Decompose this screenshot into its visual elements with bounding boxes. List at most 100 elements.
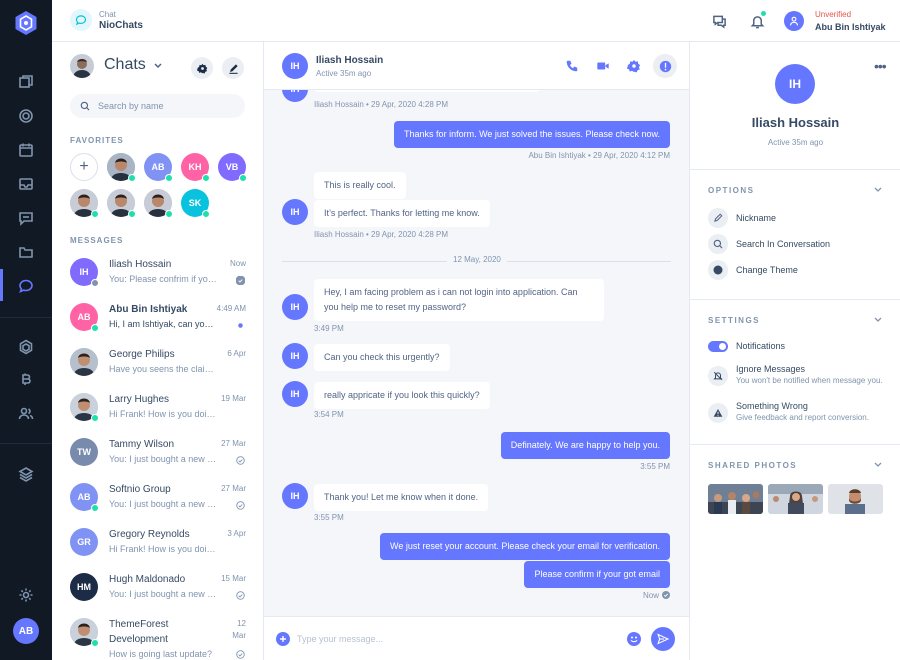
favorite-avatar[interactable]: SK <box>181 189 210 218</box>
calendar-icon[interactable] <box>16 140 36 160</box>
folder-icon[interactable] <box>16 242 36 262</box>
favorite-avatar[interactable]: KH <box>181 153 210 182</box>
settings-gear-icon[interactable] <box>626 58 642 74</box>
top-bar: Chat NioChats Unverified Abu Bin Ishtiya… <box>52 0 900 42</box>
profile-status: Active 35m ago <box>767 138 824 147</box>
message-bubble-incoming: It’s perfect. Thanks for letting me know… <box>314 200 490 227</box>
user-name[interactable]: Abu Bin Ishtiyak <box>815 22 886 32</box>
layers-icon[interactable] <box>16 464 36 484</box>
chat-icon[interactable] <box>16 276 36 296</box>
message-meta: Iliash Hossain • 29 Apr, 2020 4:28 PM <box>314 230 448 239</box>
favorite-avatar[interactable] <box>107 153 136 182</box>
message-avatar: IH <box>282 343 308 369</box>
send-button[interactable] <box>651 627 675 651</box>
emoji-icon[interactable] <box>627 632 641 646</box>
chat-list-item[interactable]: ThemeForest Development How is going last … <box>52 618 263 660</box>
notification-bell-icon[interactable] <box>748 11 766 30</box>
theme-circle-icon <box>708 260 728 280</box>
setting-notifications[interactable]: Notifications <box>708 339 898 355</box>
compose-button[interactable] <box>222 57 244 79</box>
message-avatar: IH <box>282 294 308 320</box>
chat-list-item[interactable]: AB Abu Bin Ishtiyak Hi, I am Ishtiyak, can… <box>52 303 263 348</box>
search-input[interactable]: Search by name <box>70 94 245 118</box>
chat-list-item[interactable]: George Philips Have you seens the claim f… <box>52 348 263 393</box>
messages-icon[interactable] <box>710 12 728 30</box>
message-time: 6 Apr <box>227 349 246 358</box>
contact-name: Iliash Hossain <box>109 259 172 270</box>
contact-status: Active 35m ago <box>316 69 372 78</box>
hexagon-icon[interactable] <box>16 337 36 357</box>
plus-icon <box>280 636 286 642</box>
contact-avatar <box>70 618 99 647</box>
video-icon[interactable] <box>595 58 611 74</box>
message-meta: Now <box>642 591 659 600</box>
option-search-in-conversation[interactable]: Search In Conversation <box>708 234 888 256</box>
message-input[interactable]: Type your message... <box>297 630 617 648</box>
app-section-label: Chat <box>99 10 116 19</box>
info-icon <box>659 60 671 72</box>
shared-photo[interactable] <box>768 484 823 514</box>
app-logo-icon[interactable] <box>14 10 38 36</box>
setting-ignore-messages[interactable]: Ignore Messages You won't be notified wh… <box>708 364 898 390</box>
message-meta: 3:55 PM <box>640 462 670 471</box>
users-icon[interactable] <box>16 404 36 424</box>
chat-list-item[interactable]: AB Softnio Group You: I just bought a new … <box>52 483 263 528</box>
my-avatar[interactable] <box>70 54 94 78</box>
contact-name: Abu Bin Ishtiyak <box>109 304 188 315</box>
dashboard-icon[interactable] <box>16 72 36 92</box>
shared-photos-label[interactable]: SHARED PHOTOS <box>708 461 797 470</box>
inbox-icon[interactable] <box>16 174 36 194</box>
notifications-toggle[interactable] <box>708 341 728 352</box>
contact-avatar: GR <box>70 528 98 556</box>
coin-icon[interactable] <box>16 106 36 126</box>
contact-name[interactable]: Iliash Hossain <box>316 55 383 66</box>
chat-list-item[interactable]: Larry Hughes Hi Frank! How is you doing? 1… <box>52 393 263 438</box>
favorite-avatar[interactable]: AB <box>144 153 173 182</box>
message-bubble-incoming: This is really cool. <box>314 172 406 199</box>
rail-user-avatar[interactable]: AB <box>13 618 39 644</box>
settings-section-label[interactable]: SETTINGS <box>708 316 760 325</box>
phone-icon[interactable] <box>564 58 580 74</box>
chevron-down-icon[interactable] <box>154 63 162 69</box>
unread-dot-icon <box>238 323 243 328</box>
message-bubble-incoming: Can you check this urgently? <box>314 344 450 371</box>
user-avatar-icon[interactable] <box>784 11 804 31</box>
bitcoin-icon[interactable] <box>16 370 36 390</box>
settings-gear-button[interactable] <box>191 57 213 79</box>
chat-list-item[interactable]: IH Iliash Hossain You: Please confrim if y… <box>52 258 263 303</box>
chat-list-item[interactable]: GR Gregory Reynolds Hi Frank! How is you d… <box>52 528 263 573</box>
shared-photo[interactable] <box>708 484 763 514</box>
message-bubble-incoming: really appricate if you look this quickl… <box>314 382 490 409</box>
chevron-down-icon[interactable] <box>874 187 882 193</box>
comment-icon[interactable] <box>16 208 36 228</box>
chats-title[interactable]: Chats <box>104 56 146 74</box>
add-favorite-button[interactable]: + <box>70 153 98 181</box>
sidebar-rail: AB <box>0 0 52 660</box>
shared-photo[interactable] <box>828 484 883 514</box>
online-status-dot <box>202 174 210 182</box>
favorite-avatar[interactable] <box>144 189 173 218</box>
more-options-icon[interactable]: ••• <box>874 58 887 74</box>
message-bubble-outgoing: Definately. We are happy to help you. <box>500 432 670 459</box>
message-bubble-incoming: Thank you! Let me know when it done. <box>314 484 489 511</box>
option-nickname[interactable]: Nickname <box>708 208 888 230</box>
settings-icon[interactable] <box>16 585 36 605</box>
chat-list-item[interactable]: HM Hugh Maldonado You: I just bought a new… <box>52 573 263 618</box>
online-status-dot <box>165 174 173 182</box>
options-section-label[interactable]: OPTIONS <box>708 186 755 195</box>
chat-list-item[interactable]: TW Tammy Wilson You: I just bought a new c… <box>52 438 263 483</box>
info-button[interactable] <box>653 54 677 78</box>
favorite-avatar[interactable]: VB <box>218 153 247 182</box>
pencil-icon <box>708 208 728 228</box>
chevron-down-icon[interactable] <box>874 462 882 468</box>
favorite-avatar[interactable] <box>70 189 99 218</box>
chevron-down-icon[interactable] <box>874 317 882 323</box>
favorite-avatar[interactable] <box>107 189 136 218</box>
add-attachment-button[interactable] <box>276 632 290 646</box>
option-change-theme[interactable]: Change Theme <box>708 260 888 282</box>
contact-avatar[interactable]: IH <box>282 53 308 79</box>
setting-something-wrong[interactable]: Something Wrong Give feedback and report… <box>708 401 898 427</box>
message-bubble-outgoing: Please confirm if your got email <box>524 561 670 588</box>
message-meta: Iliash Hossain • 29 Apr, 2020 4:28 PM <box>314 100 448 109</box>
message-composer: Type your message... <box>264 616 689 660</box>
